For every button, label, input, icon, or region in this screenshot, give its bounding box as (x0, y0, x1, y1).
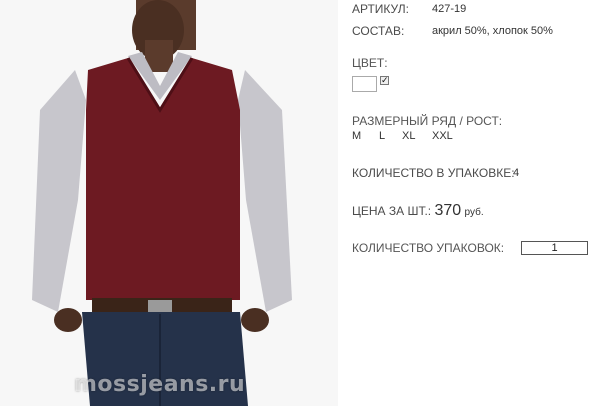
composition-value: акрил 50%, хлопок 50% (432, 25, 553, 37)
pack-qty-row: КОЛИЧЕСТВО В УПАКОВКЕ: 4 (352, 166, 519, 180)
watermark-logo: mossjeans.ru (74, 372, 246, 397)
size-list: M L XL XXL (352, 130, 472, 144)
size-item-m: M (352, 130, 362, 142)
price-unit: руб. (464, 207, 484, 218)
color-checked-icon[interactable]: ✓ (380, 76, 389, 85)
article-row: АРТИКУЛ: 427-19 (352, 2, 466, 16)
product-photo: mossjeans.ru (0, 0, 338, 406)
packs-label: КОЛИЧЕСТВО УПАКОВОК: (352, 241, 505, 255)
price-row: ЦЕНА ЗА ШТ.: 370 руб. (352, 202, 484, 220)
product-details-panel: АРТИКУЛ: 427-19 СОСТАВ: акрил 50%, хлопо… (352, 0, 601, 406)
vest-model-image (0, 0, 338, 406)
composition-row: СОСТАВ: акрил 50%, хлопок 50% (352, 24, 553, 38)
article-label: АРТИКУЛ: (352, 2, 409, 16)
article-value: 427-19 (432, 3, 467, 15)
size-item-l: L (379, 130, 386, 142)
size-item-xl: XL (402, 130, 416, 142)
price-value: 370 (434, 202, 462, 219)
size-label: РАЗМЕРНЫЙ РЯД / РОСТ: (352, 114, 503, 128)
packs-quantity-input[interactable] (521, 241, 588, 255)
pack-qty-value: 4 (513, 167, 520, 179)
size-item-xxl: XXL (432, 130, 453, 142)
pack-qty-label: КОЛИЧЕСТВО В УПАКОВКЕ: (352, 166, 515, 180)
color-label: ЦВЕТ: (352, 56, 388, 70)
composition-label: СОСТАВ: (352, 24, 405, 38)
price-label: ЦЕНА ЗА ШТ.: (352, 204, 432, 218)
color-swatch-white[interactable] (352, 76, 377, 92)
